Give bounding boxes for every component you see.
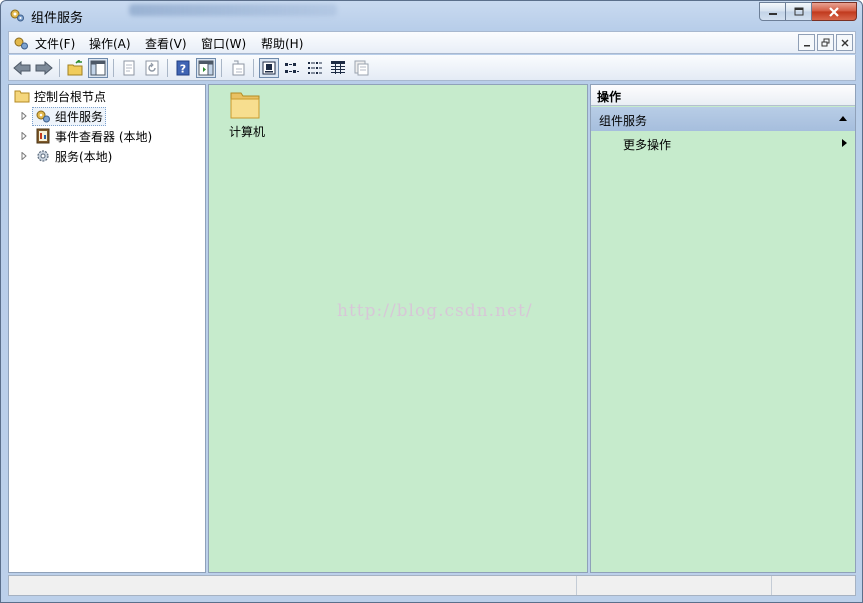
menu-view[interactable]: 查看(V)	[145, 35, 187, 52]
component-services-icon	[36, 110, 50, 123]
minimize-icon	[768, 12, 777, 15]
app-window: 组件服务 文件(F) 操作(A) 查看(V) 窗口(W) 帮助(H) ? 控制台…	[0, 0, 863, 603]
services-gear-icon	[37, 150, 49, 162]
computers-folder[interactable]: 计算机	[227, 89, 287, 140]
back-button[interactable]	[12, 58, 32, 78]
maximize-icon	[794, 7, 803, 16]
show-tree-button[interactable]	[88, 58, 108, 78]
collapse-caret-icon[interactable]	[839, 116, 847, 121]
actions-group-header[interactable]: 组件服务	[591, 107, 855, 131]
mdi-close-button[interactable]	[836, 34, 853, 51]
close-icon	[841, 39, 848, 46]
result-pane: 计算机 http://blog.csdn.net/	[208, 84, 588, 573]
forward-button[interactable]	[34, 58, 54, 78]
export-icon	[232, 60, 245, 76]
toolbar-separator	[113, 59, 114, 77]
show-tree-icon	[90, 60, 106, 76]
menu-action[interactable]: 操作(A)	[89, 35, 131, 52]
watermark-text: http://blog.csdn.net/	[337, 301, 533, 321]
folder-icon	[14, 90, 30, 103]
tree-item-label: 事件查看器 (本地)	[55, 129, 153, 144]
toolbar-separator	[221, 59, 222, 77]
menu-help[interactable]: 帮助(H)	[261, 35, 303, 52]
tree-selection: 组件服务	[32, 106, 107, 126]
help-button[interactable]: ?	[173, 58, 193, 78]
list-view-button[interactable]	[305, 58, 325, 78]
toolbar: ?	[8, 55, 856, 81]
expand-arrow-icon[interactable]	[20, 152, 28, 160]
forward-icon	[35, 61, 53, 75]
customize-view-button[interactable]	[351, 58, 371, 78]
minimize-button[interactable]	[759, 2, 786, 21]
small-icons-view-icon	[285, 63, 299, 73]
help-icon: ?	[176, 60, 190, 76]
toolbar-separator	[253, 59, 254, 77]
folder-label: 计算机	[229, 125, 266, 139]
expand-arrow-icon[interactable]	[20, 112, 28, 120]
refresh-icon	[145, 60, 159, 76]
tree-root-label: 控制台根节点	[34, 89, 107, 104]
window-title: 组件服务	[31, 11, 84, 26]
expand-arrow-icon[interactable]	[20, 132, 28, 140]
details-view-icon	[331, 61, 345, 74]
status-cell	[576, 576, 771, 595]
properties-button[interactable]	[119, 58, 139, 78]
actions-pane: 操作 组件服务 更多操作	[590, 84, 856, 573]
properties-icon	[123, 60, 135, 76]
small-icons-view-button[interactable]	[282, 58, 302, 78]
title-bar[interactable]: 组件服务	[1, 1, 862, 29]
folder-icon	[230, 92, 260, 119]
maximize-button[interactable]	[786, 2, 812, 21]
restore-icon	[821, 38, 830, 47]
close-icon	[829, 6, 839, 17]
tree-item-component-services[interactable]: 组件服务	[20, 106, 107, 126]
details-view-button[interactable]	[328, 58, 348, 78]
actions-group-label: 组件服务	[599, 114, 648, 128]
mmc-console-icon[interactable]	[13, 35, 29, 51]
window-controls	[759, 2, 857, 21]
tree-item-label: 服务(本地)	[55, 149, 113, 164]
toolbar-separator	[59, 59, 60, 77]
tree-item-label: 组件服务	[55, 109, 104, 124]
tree-item-event-viewer[interactable]: 事件查看器 (本地)	[20, 126, 152, 146]
menu-file[interactable]: 文件(F)	[35, 35, 75, 52]
large-icons-view-icon	[262, 61, 276, 75]
up-folder-icon	[67, 60, 83, 76]
status-bar	[8, 575, 856, 596]
refresh-button[interactable]	[142, 58, 162, 78]
up-folder-button[interactable]	[65, 58, 85, 78]
menu-bar: 文件(F) 操作(A) 查看(V) 窗口(W) 帮助(H)	[8, 31, 856, 54]
minimize-icon	[803, 44, 810, 46]
more-actions-item[interactable]: 更多操作	[591, 133, 855, 153]
large-icons-view-button[interactable]	[259, 58, 279, 78]
svg-text:?: ?	[180, 63, 186, 76]
menu-window[interactable]: 窗口(W)	[201, 35, 246, 52]
submenu-arrow-icon	[842, 139, 847, 147]
mdi-controls	[798, 34, 853, 51]
console-tree-pane: 控制台根节点 组件服务 事件查看器 (本地) 服务(本地)	[8, 84, 206, 573]
tree-root[interactable]: 控制台根节点	[14, 86, 106, 106]
mdi-restore-button[interactable]	[817, 34, 834, 51]
back-icon	[13, 61, 31, 75]
component-services-icon	[10, 9, 24, 22]
action-item-label: 更多操作	[623, 138, 672, 152]
action-pane-icon	[198, 60, 214, 76]
status-cell	[771, 576, 855, 595]
event-viewer-icon	[36, 128, 50, 144]
list-view-icon	[308, 62, 322, 74]
tree-item-services[interactable]: 服务(本地)	[20, 146, 112, 166]
mdi-minimize-button[interactable]	[798, 34, 815, 51]
blurred-title-region	[129, 4, 337, 16]
toolbar-separator	[167, 59, 168, 77]
actions-header: 操作	[591, 85, 855, 106]
export-list-button[interactable]	[228, 58, 248, 78]
config-icon	[354, 60, 369, 76]
close-button[interactable]	[812, 2, 857, 21]
action-pane-button[interactable]	[196, 58, 216, 78]
actions-header-label: 操作	[597, 90, 622, 104]
